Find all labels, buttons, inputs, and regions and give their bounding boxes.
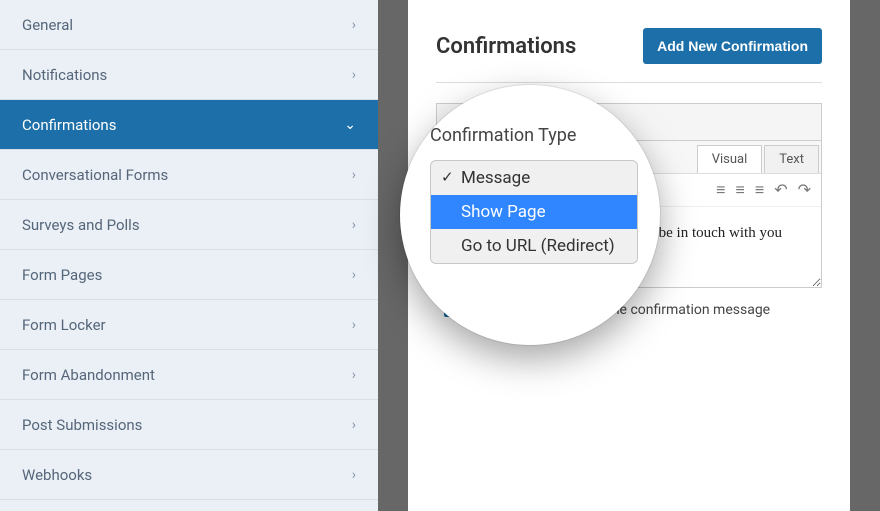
chevron-right-icon: ›: [352, 317, 356, 333]
sidebar-item-post-submissions[interactable]: Post Submissions ›: [0, 400, 378, 450]
redo-icon[interactable]: ↷: [798, 180, 811, 200]
sidebar-item-label: Form Pages: [22, 266, 102, 284]
sidebar-item-notifications[interactable]: Notifications ›: [0, 50, 378, 100]
sidebar-item-form-pages[interactable]: Form Pages ›: [0, 250, 378, 300]
sidebar-item-webhooks[interactable]: Webhooks ›: [0, 450, 378, 500]
dropdown-option-label: Go to URL (Redirect): [461, 236, 615, 256]
chevron-right-icon: ›: [352, 217, 356, 233]
sidebar-item-conversational-forms[interactable]: Conversational Forms ›: [0, 150, 378, 200]
align-right-icon[interactable]: ≡: [755, 180, 764, 200]
panel-header: Confirmations Add New Confirmation: [436, 28, 822, 83]
align-left-icon[interactable]: ≡: [716, 180, 725, 200]
sidebar-item-label: Confirmations: [22, 116, 116, 134]
chevron-right-icon: ›: [352, 167, 356, 183]
sidebar-item-form-abandonment[interactable]: Form Abandonment ›: [0, 350, 378, 400]
dropdown-option-redirect[interactable]: Go to URL (Redirect): [431, 229, 637, 263]
sidebar-item-confirmations[interactable]: Confirmations ⌄: [0, 100, 378, 150]
tab-text[interactable]: Text: [764, 145, 819, 173]
page-title: Confirmations: [436, 34, 576, 59]
chevron-right-icon: ›: [352, 467, 356, 483]
dropdown-option-show-page[interactable]: Show Page: [431, 195, 637, 229]
confirmation-type-label: Confirmation Type: [430, 125, 636, 146]
align-center-icon[interactable]: ≡: [736, 180, 745, 200]
undo-icon[interactable]: ↶: [774, 180, 787, 200]
sidebar-item-label: General: [22, 16, 73, 34]
sidebar-item-label: Form Locker: [22, 316, 106, 334]
chevron-right-icon: ›: [352, 17, 356, 33]
sidebar-item-label: Notifications: [22, 66, 107, 84]
sidebar-item-label: Surveys and Polls: [22, 216, 140, 234]
add-new-confirmation-button[interactable]: Add New Confirmation: [643, 28, 822, 64]
tab-visual[interactable]: Visual: [697, 145, 763, 173]
sidebar-item-label: Conversational Forms: [22, 166, 168, 184]
sidebar-item-surveys-polls[interactable]: Surveys and Polls ›: [0, 200, 378, 250]
sidebar-item-form-locker[interactable]: Form Locker ›: [0, 300, 378, 350]
confirmation-type-dropdown[interactable]: ✓ Message Show Page Go to URL (Redirect): [430, 160, 638, 264]
chevron-right-icon: ›: [352, 67, 356, 83]
sidebar-item-general[interactable]: General ›: [0, 0, 378, 50]
sidebar-item-label: Form Abandonment: [22, 366, 155, 384]
dropdown-option-label: Message: [461, 168, 530, 188]
chevron-down-icon: ⌄: [344, 117, 356, 133]
sidebar-item-label: Post Submissions: [22, 416, 142, 434]
checkmark-icon: ✓: [441, 168, 454, 186]
sidebar-item-label: Webhooks: [22, 466, 92, 484]
magnifier-overlay: Confirmation Type ✓ Message Show Page Go…: [400, 85, 660, 345]
settings-sidebar: General › Notifications › Confirmations …: [0, 0, 378, 511]
chevron-right-icon: ›: [352, 267, 356, 283]
dropdown-option-label: Show Page: [461, 202, 546, 222]
chevron-right-icon: ›: [352, 367, 356, 383]
dropdown-option-message[interactable]: ✓ Message: [431, 161, 637, 195]
chevron-right-icon: ›: [352, 417, 356, 433]
